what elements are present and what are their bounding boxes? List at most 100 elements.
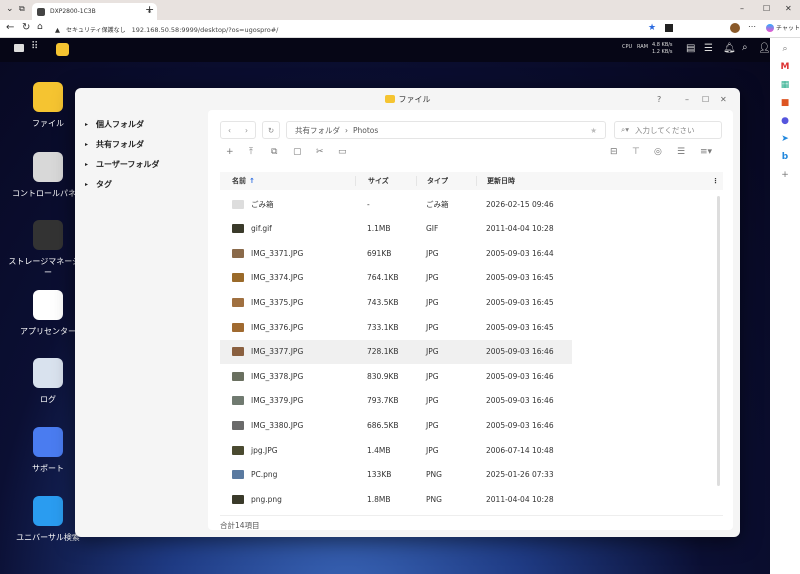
send-icon[interactable]: ➤	[781, 134, 789, 144]
new-tab-icon[interactable]: +	[145, 3, 154, 16]
sheets-icon[interactable]: ▦	[781, 80, 790, 90]
app-grid-icon[interactable]: ⠿	[31, 41, 38, 52]
app-icon	[33, 82, 63, 112]
file-name: IMG_3379.JPG	[251, 396, 304, 406]
upload-icon[interactable]: ⤒	[249, 147, 253, 157]
file-type: JPG	[426, 297, 439, 307]
sort-menu-icon[interactable]: ≡▾	[700, 147, 712, 157]
widgets-icon[interactable]: ☰	[704, 43, 713, 54]
file-row[interactable]: IMG_3375.JPG 743.5KB JPG 2005-09-03 16:4…	[220, 290, 572, 314]
search-icon[interactable]: ⌕	[742, 42, 748, 53]
browser-tab[interactable]: DXP2800-1C3B ✕	[32, 3, 157, 20]
nav-user-folder[interactable]: ▸ ユーザーフォルダ	[85, 154, 205, 174]
maximize-icon[interactable]: ☐	[763, 4, 770, 13]
file-thumbnail-icon	[232, 371, 244, 381]
nav-personal-folder[interactable]: ▸ 個人フォルダ	[85, 114, 205, 134]
file-row[interactable]: IMG_3380.JPG 686.5KB JPG 2005-09-03 16:4…	[220, 413, 572, 437]
help-icon[interactable]: ?	[657, 95, 661, 104]
back-button[interactable]: ‹	[228, 126, 231, 135]
user-icon[interactable]: 👤︎	[758, 43, 771, 54]
forward-button[interactable]: ›	[245, 126, 248, 135]
file-row[interactable]: png.png 1.8MB PNG 2011-04-04 10:28	[220, 487, 572, 511]
reload-icon[interactable]: ↻	[22, 22, 30, 33]
notifications-icon[interactable]: 🔔︎	[723, 43, 736, 54]
new-button[interactable]: +	[226, 147, 234, 157]
tab-list-icon[interactable]: ⌄	[6, 4, 14, 14]
copilot-icon[interactable]: ●	[781, 116, 789, 126]
favorite-star-icon[interactable]: ★	[648, 23, 656, 33]
file-type: ごみ箱	[426, 199, 449, 209]
file-row[interactable]: IMG_3376.JPG 733.1KB JPG 2005-09-03 16:4…	[220, 315, 572, 339]
add-icon[interactable]: +	[781, 170, 789, 180]
file-row[interactable]: IMG_3374.JPG 764.1KB JPG 2005-09-03 16:4…	[220, 266, 572, 290]
paste-icon[interactable]: ▢	[293, 147, 302, 157]
file-type: JPG	[426, 322, 439, 332]
search-input[interactable]: ⌕▾ 入力してください	[614, 121, 722, 139]
file-thumbnail-icon	[232, 322, 244, 332]
filter-icon[interactable]: ⊤	[632, 147, 640, 157]
extension-icon[interactable]	[665, 24, 673, 32]
file-modified: 2005-09-03 16:45	[486, 273, 554, 283]
show-desktop-icon[interactable]	[14, 44, 24, 52]
file-name: IMG_3375.JPG	[251, 297, 304, 307]
refresh-button[interactable]: ↻	[262, 121, 280, 139]
copilot-button[interactable]: チャット	[766, 23, 800, 32]
file-modified: 2006-07-14 10:48	[486, 445, 554, 455]
tools-icon[interactable]: ■	[781, 98, 790, 108]
column-size[interactable]: サイズ	[355, 176, 389, 186]
file-modified: 2005-09-03 16:46	[486, 371, 554, 381]
close-icon[interactable]: ✕	[785, 4, 792, 13]
file-name: gif.gif	[251, 224, 272, 234]
back-icon[interactable]: ←	[6, 22, 14, 33]
breadcrumb-photos[interactable]: Photos	[353, 126, 378, 135]
file-thumbnail-icon	[232, 297, 244, 307]
app-icon	[33, 427, 63, 457]
file-row[interactable]: ごみ箱 - ごみ箱 2026-02-15 09:46	[220, 192, 572, 216]
bing-icon[interactable]: b	[782, 152, 788, 162]
file-row[interactable]: jpg.JPG 1.4MB JPG 2006-07-14 10:48	[220, 438, 572, 462]
tasks-icon[interactable]: ▤	[686, 43, 695, 54]
file-row[interactable]: IMG_3371.JPG 691KB JPG 2005-09-03 16:44	[220, 241, 572, 265]
minimize-icon[interactable]: –	[740, 4, 744, 13]
home-icon[interactable]: ⌂	[37, 22, 43, 32]
column-modified[interactable]: 更新日時	[476, 176, 515, 186]
file-size: 1.8MB	[367, 494, 391, 504]
file-row[interactable]: IMG_3378.JPG 830.9KB JPG 2005-09-03 16:4…	[220, 364, 572, 388]
nav-shared-folder[interactable]: ▸ 共有フォルダ	[85, 134, 205, 154]
gmail-icon[interactable]: M	[781, 62, 790, 72]
network-speed: 4.8 KB/s 1.2 KB/s	[652, 42, 673, 55]
close-icon[interactable]: ✕	[720, 95, 727, 104]
app-icon	[33, 152, 63, 182]
file-row[interactable]: PC.png 133KB PNG 2025-01-26 07:33	[220, 463, 572, 487]
nav-tags[interactable]: ▸ タグ	[85, 174, 205, 194]
profile-avatar[interactable]	[730, 23, 740, 33]
file-row[interactable]: IMG_3377.JPG 728.1KB JPG 2005-09-03 16:4…	[220, 339, 572, 364]
column-options-icon[interactable]: ⋮	[712, 172, 719, 190]
workspaces-icon[interactable]: ⧉	[19, 4, 25, 14]
file-size: 728.1KB	[367, 347, 399, 357]
list-icon[interactable]: ☰	[677, 147, 685, 157]
file-browser: ‹ › ↻ 共有フォルダ › Photos ★ ⌕▾ 入力してください + ⤒ ⧉…	[208, 110, 733, 530]
share-icon[interactable]: ▭	[338, 147, 347, 157]
file-size: -	[367, 199, 370, 209]
minimize-icon[interactable]: –	[685, 95, 689, 104]
archive-icon[interactable]: ⊟	[610, 147, 618, 157]
window-title-bar[interactable]: ファイル ? – ☐ ✕	[75, 88, 740, 110]
more-icon[interactable]: ⋯	[748, 22, 756, 31]
maximize-icon[interactable]: ☐	[702, 95, 709, 104]
file-size: 733.1KB	[367, 322, 399, 332]
column-type[interactable]: タイプ	[416, 176, 448, 186]
warning-icon: ▲	[55, 25, 60, 34]
file-row[interactable]: gif.gif 1.1MB GIF 2011-04-04 10:28	[220, 217, 572, 241]
favorite-star-icon[interactable]: ★	[590, 126, 597, 135]
cut-icon[interactable]: ✂	[316, 147, 324, 157]
file-type: JPG	[426, 248, 439, 258]
copy-icon[interactable]: ⧉	[271, 147, 277, 157]
column-name[interactable]: 名前 ↑	[232, 172, 255, 190]
file-row[interactable]: IMG_3379.JPG 793.7KB JPG 2005-09-03 16:4…	[220, 389, 572, 413]
view-icon[interactable]: ◎	[654, 147, 662, 157]
breadcrumb-shared[interactable]: 共有フォルダ	[295, 125, 340, 136]
scrollbar[interactable]	[717, 196, 720, 486]
search-icon[interactable]: ⌕	[782, 44, 787, 54]
files-taskbar-icon[interactable]	[56, 43, 69, 56]
